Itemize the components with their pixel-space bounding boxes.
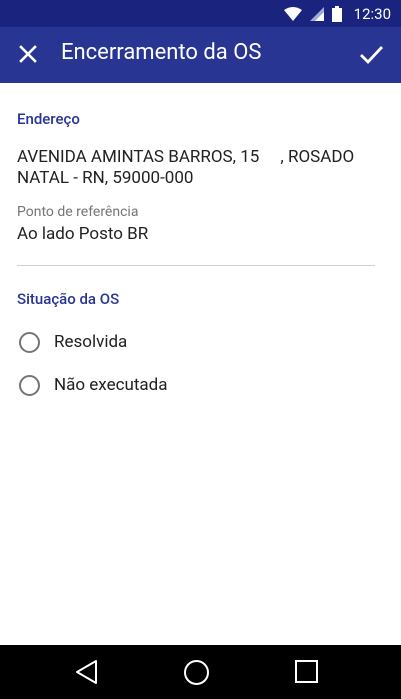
address-text: AVENIDA AMINTAS BARROS, 15 , ROSADO NATA… <box>17 147 387 189</box>
nav-bar <box>0 645 401 699</box>
home-icon[interactable] <box>183 659 210 686</box>
radio-label: Resolvida <box>54 332 128 352</box>
recents-icon[interactable] <box>294 659 319 684</box>
reference-label: Ponto de referência <box>17 204 139 220</box>
radio-option-nao-executada[interactable]: Não executada <box>19 372 168 398</box>
app-bar: Encerramento da OS <box>0 27 401 83</box>
page-title: Encerramento da OS <box>61 40 262 65</box>
back-icon[interactable] <box>74 659 100 685</box>
wifi-icon <box>283 7 302 21</box>
status-bar: 12:30 <box>0 0 401 27</box>
reference-value: Ao lado Posto BR <box>17 224 149 244</box>
address-section-title: Endereço <box>17 110 80 128</box>
close-icon[interactable] <box>13 39 43 69</box>
check-icon[interactable] <box>355 38 387 70</box>
status-icons: 12:30 <box>283 4 391 24</box>
divider <box>17 265 375 266</box>
status-time: 12:30 <box>353 5 391 23</box>
signal-icon <box>309 7 324 21</box>
battery-icon <box>331 6 342 22</box>
radio-option-resolvida[interactable]: Resolvida <box>19 329 127 355</box>
radio-button[interactable] <box>19 374 40 396</box>
address-line-2: NATAL - RN, 59000-000 <box>17 168 194 188</box>
status-section-title: Situação da OS <box>17 290 120 308</box>
radio-label: Não executada <box>54 375 168 395</box>
radio-button[interactable] <box>19 331 40 353</box>
address-line-1: AVENIDA AMINTAS BARROS, 15 , ROSADO <box>17 147 355 167</box>
